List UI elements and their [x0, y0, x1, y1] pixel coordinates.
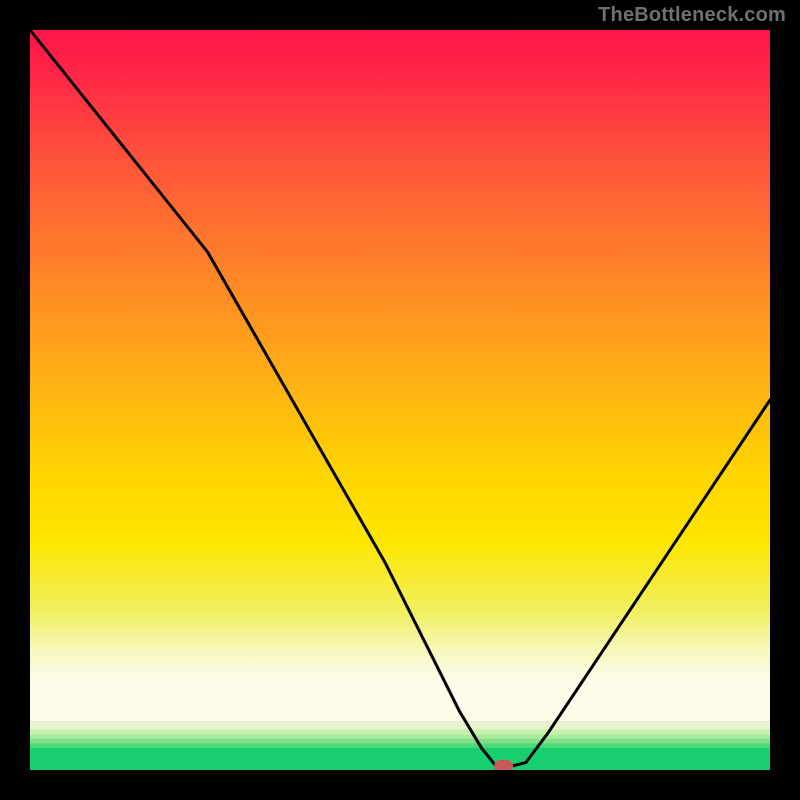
bottleneck-chart	[30, 30, 770, 770]
watermark-text: TheBottleneck.com	[598, 4, 786, 27]
chart-frame: TheBottleneck.com	[0, 0, 800, 800]
gradient-background	[30, 30, 770, 722]
optimal-point-marker	[495, 760, 513, 770]
bottom-green-bands	[30, 722, 770, 770]
plot-area	[30, 30, 770, 770]
